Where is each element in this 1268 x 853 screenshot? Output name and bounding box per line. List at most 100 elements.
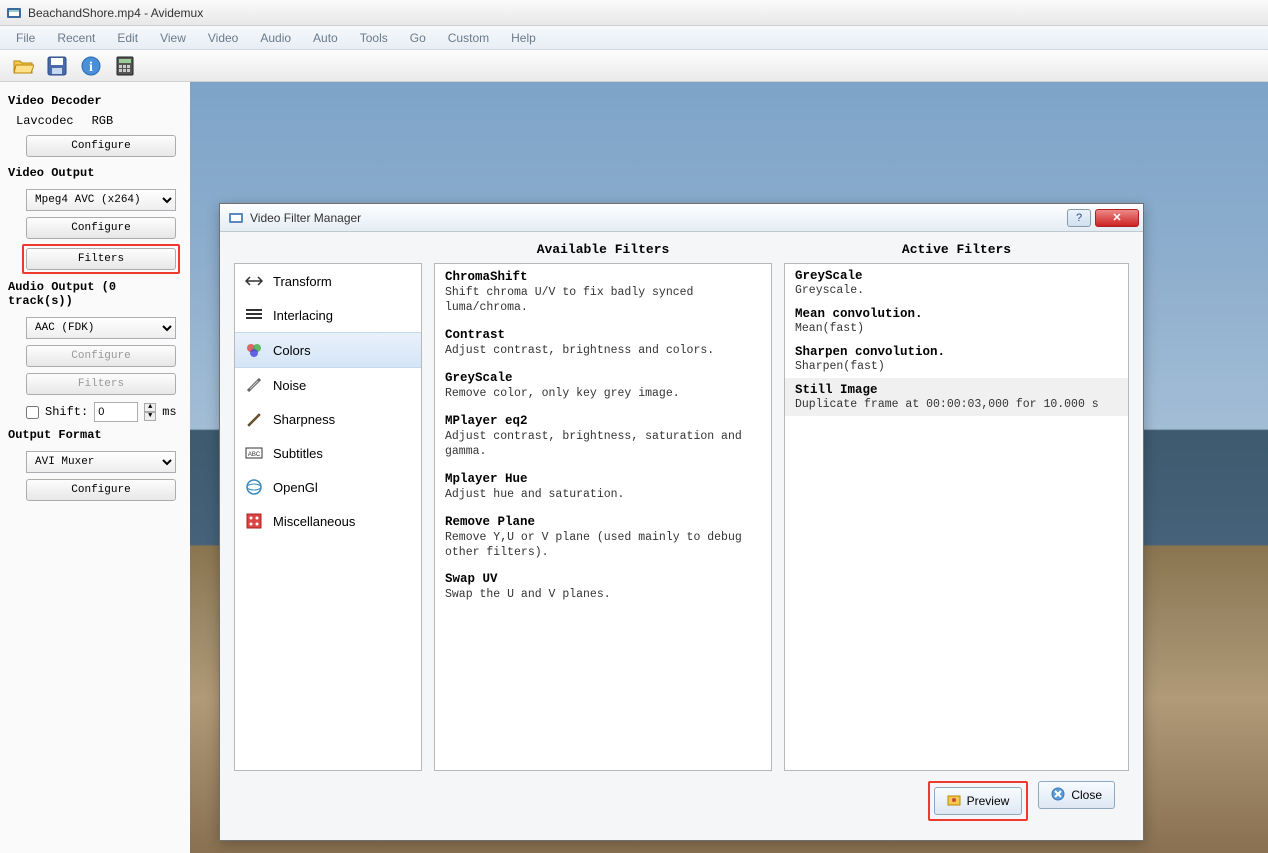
category-label: Subtitles: [273, 446, 323, 461]
video-decoder-title: Video Decoder: [8, 94, 182, 108]
available-filter-item[interactable]: Mplayer HueAdjust hue and saturation.: [435, 466, 771, 509]
filter-desc: Remove Y,U or V plane (used mainly to de…: [445, 531, 761, 561]
menu-auto[interactable]: Auto: [303, 29, 348, 47]
active-filter-item[interactable]: Mean convolution.Mean(fast): [785, 302, 1128, 340]
active-filter-item[interactable]: GreyScaleGreyscale.: [785, 264, 1128, 302]
preview-button[interactable]: Preview: [934, 787, 1023, 815]
available-filter-item[interactable]: Contrast Adjust contrast, brightness and …: [435, 322, 771, 365]
info-icon[interactable]: i: [80, 55, 102, 77]
menu-recent[interactable]: Recent: [47, 29, 105, 47]
menu-audio[interactable]: Audio: [250, 29, 301, 47]
open-icon[interactable]: [12, 55, 34, 77]
category-noise[interactable]: Noise: [235, 368, 421, 402]
audio-output-select[interactable]: AAC (FDK): [26, 317, 176, 339]
menu-tools[interactable]: Tools: [350, 29, 398, 47]
active-filter-desc: Sharpen(fast): [795, 360, 1118, 373]
svg-text:i: i: [89, 60, 93, 75]
shift-input[interactable]: [94, 402, 138, 422]
category-label: Interlacing: [273, 308, 333, 323]
decoder-configure-button[interactable]: Configure: [26, 135, 176, 157]
active-filter-name: Sharpen convolution.: [795, 345, 1118, 359]
filter-name: Mplayer Hue: [445, 472, 761, 486]
dialog-close-button[interactable]: ✕: [1095, 209, 1139, 227]
filter-name: GreyScale: [445, 371, 761, 385]
shift-label: Shift:: [45, 405, 88, 419]
active-filter-item[interactable]: Still ImageDuplicate frame at 00:00:03,0…: [785, 378, 1128, 416]
audio-output-filters-button[interactable]: Filters: [26, 373, 176, 395]
category-label: Miscellaneous: [273, 514, 355, 529]
sharpness-icon: [245, 410, 263, 428]
shift-checkbox[interactable]: [26, 406, 39, 419]
available-filter-item[interactable]: MPlayer eq2 Adjust contrast, brightness, …: [435, 408, 771, 466]
menu-edit[interactable]: Edit: [107, 29, 148, 47]
category-colors[interactable]: Colors: [235, 332, 421, 368]
filter-name: Contrast: [445, 328, 761, 342]
category-subtitles[interactable]: ABC Subtitles: [235, 436, 421, 470]
app-icon: [6, 5, 22, 21]
active-filter-name: Mean convolution.: [795, 307, 1118, 321]
close-button[interactable]: Close: [1038, 781, 1115, 809]
filter-desc: Adjust contrast, brightness and colors.: [445, 344, 761, 359]
available-filter-item[interactable]: Swap UVSwap the U and V planes.: [435, 566, 771, 609]
interlacing-icon: [245, 306, 263, 324]
shift-up-icon[interactable]: ▲: [144, 403, 156, 412]
menu-help[interactable]: Help: [501, 29, 546, 47]
category-label: Sharpness: [273, 412, 335, 427]
filters-highlight: Filters: [22, 244, 180, 274]
category-interlacing[interactable]: Interlacing: [235, 298, 421, 332]
category-miscellaneous[interactable]: Miscellaneous: [235, 504, 421, 538]
active-filter-desc: Mean(fast): [795, 322, 1118, 335]
video-output-configure-button[interactable]: Configure: [26, 217, 176, 239]
video-output-select[interactable]: Mpeg4 AVC (x264): [26, 189, 176, 211]
transform-icon: [245, 272, 263, 290]
menu-video[interactable]: Video: [198, 29, 248, 47]
category-transform[interactable]: Transform: [235, 264, 421, 298]
decoder-colorspace: RGB: [92, 114, 114, 128]
calculator-icon[interactable]: [114, 55, 136, 77]
shift-unit: ms: [162, 405, 176, 419]
miscellaneous-icon: [245, 512, 263, 530]
available-filter-item[interactable]: ChromaShiftShift chroma U/V to fix badly…: [435, 264, 771, 322]
filter-name: MPlayer eq2: [445, 414, 761, 428]
output-format-select[interactable]: AVI Muxer: [26, 451, 176, 473]
category-opengl[interactable]: OpenGl: [235, 470, 421, 504]
menu-go[interactable]: Go: [400, 29, 436, 47]
titlebar: BeachandShore.mp4 - Avidemux: [0, 0, 1268, 26]
menu-custom[interactable]: Custom: [438, 29, 499, 47]
svg-text:ABC: ABC: [248, 452, 261, 458]
shift-down-icon[interactable]: ▼: [144, 412, 156, 421]
window-title: BeachandShore.mp4 - Avidemux: [28, 6, 203, 20]
active-filter-item[interactable]: Sharpen convolution.Sharpen(fast): [785, 340, 1128, 378]
active-filters-list: GreyScaleGreyscale.Mean convolution.Mean…: [784, 263, 1129, 771]
active-filter-name: GreyScale: [795, 269, 1118, 283]
menu-file[interactable]: File: [6, 29, 45, 47]
dialog-icon: [228, 210, 244, 226]
video-output-filters-button[interactable]: Filters: [26, 248, 176, 270]
output-format-configure-button[interactable]: Configure: [26, 479, 176, 501]
dialog-title: Video Filter Manager: [250, 211, 1063, 225]
category-label: Noise: [273, 378, 306, 393]
save-icon[interactable]: [46, 55, 68, 77]
dialog-titlebar[interactable]: Video Filter Manager ? ✕: [220, 204, 1143, 232]
video-filter-manager-dialog: Video Filter Manager ? ✕ Transform Interl…: [219, 203, 1144, 841]
filter-category-list: Transform Interlacing Colors Noise Sharpness…: [234, 263, 422, 771]
active-filter-name: Still Image: [795, 383, 1118, 397]
audio-output-configure-button[interactable]: Configure: [26, 345, 176, 367]
active-filter-desc: Duplicate frame at 00:00:03,000 for 10.0…: [795, 398, 1118, 411]
subtitles-icon: ABC: [245, 444, 263, 462]
filter-desc: Shift chroma U/V to fix badly synced lum…: [445, 286, 761, 316]
video-output-title: Video Output: [8, 166, 182, 180]
filter-desc: Adjust contrast, brightness, saturation …: [445, 430, 761, 460]
available-filter-item[interactable]: GreyScale Remove color, only key grey ima…: [435, 365, 771, 408]
category-label: OpenGl: [273, 480, 318, 495]
filter-name: Swap UV: [445, 572, 761, 586]
decoder-codec: Lavcodec: [16, 114, 74, 128]
active-filter-desc: Greyscale.: [795, 284, 1118, 297]
close-icon: [1051, 787, 1065, 804]
dialog-help-button[interactable]: ?: [1067, 209, 1091, 227]
menu-view[interactable]: View: [150, 29, 196, 47]
preview-highlight: Preview: [928, 781, 1029, 821]
filter-desc: Remove color, only key grey image.: [445, 387, 761, 402]
available-filter-item[interactable]: Remove PlaneRemove Y,U or V plane (used …: [435, 509, 771, 567]
category-sharpness[interactable]: Sharpness: [235, 402, 421, 436]
